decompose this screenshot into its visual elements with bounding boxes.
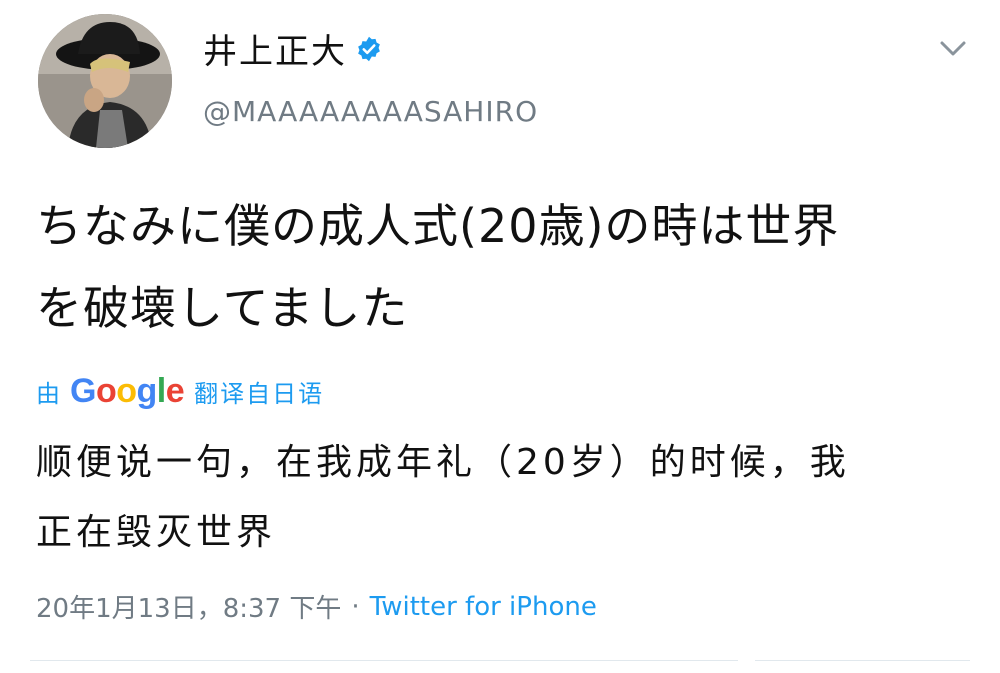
user-header[interactable]: 井上正大: [203, 24, 383, 73]
translated-text-line: 顺便说一句，在我成年礼（20岁）的时候，我: [36, 442, 850, 483]
verified-badge-icon: [358, 36, 380, 61]
source-link[interactable]: Twitter for iPhone: [370, 592, 597, 622]
google-logo: Google: [70, 372, 185, 411]
timestamp[interactable]: 20年1月13日，8:37 下午: [36, 588, 341, 625]
meta-separator: ·: [351, 591, 360, 622]
translation-prefix: 由: [36, 380, 60, 408]
google-letter: G: [70, 372, 96, 410]
chevron-down-icon[interactable]: [938, 36, 968, 60]
display-name[interactable]: 井上正大: [203, 24, 347, 73]
translation-source-language: 翻译自日语: [194, 380, 325, 408]
profile-photo: [38, 14, 172, 148]
user-handle[interactable]: @MAAAAAAAASAHIRO: [203, 95, 538, 128]
google-letter: o: [95, 372, 117, 410]
google-letter: o: [116, 372, 137, 410]
avatar[interactable]: [38, 14, 172, 148]
translated-text: 顺便说一句，在我成年礼（20岁）的时候，我 正在毁灭世界: [36, 428, 966, 568]
tweet-meta: 20年1月13日，8:37 下午 · Twitter for iPhone: [36, 588, 597, 625]
translated-text-line: 正在毁灭世界: [36, 512, 277, 553]
divider: [30, 660, 738, 661]
google-letter: e: [165, 372, 185, 410]
google-letter: g: [136, 372, 158, 410]
tweet-text-line: を破壊してました: [36, 281, 409, 335]
tweet-text: ちなみに僕の成人式(20歳)の時は世界 を破壊してました: [36, 185, 966, 349]
google-letter: l: [156, 372, 166, 410]
tweet-text-line: ちなみに僕の成人式(20歳)の時は世界: [36, 199, 840, 253]
translation-attribution: 由 Google 翻译自日语: [36, 372, 324, 411]
divider: [755, 660, 970, 661]
